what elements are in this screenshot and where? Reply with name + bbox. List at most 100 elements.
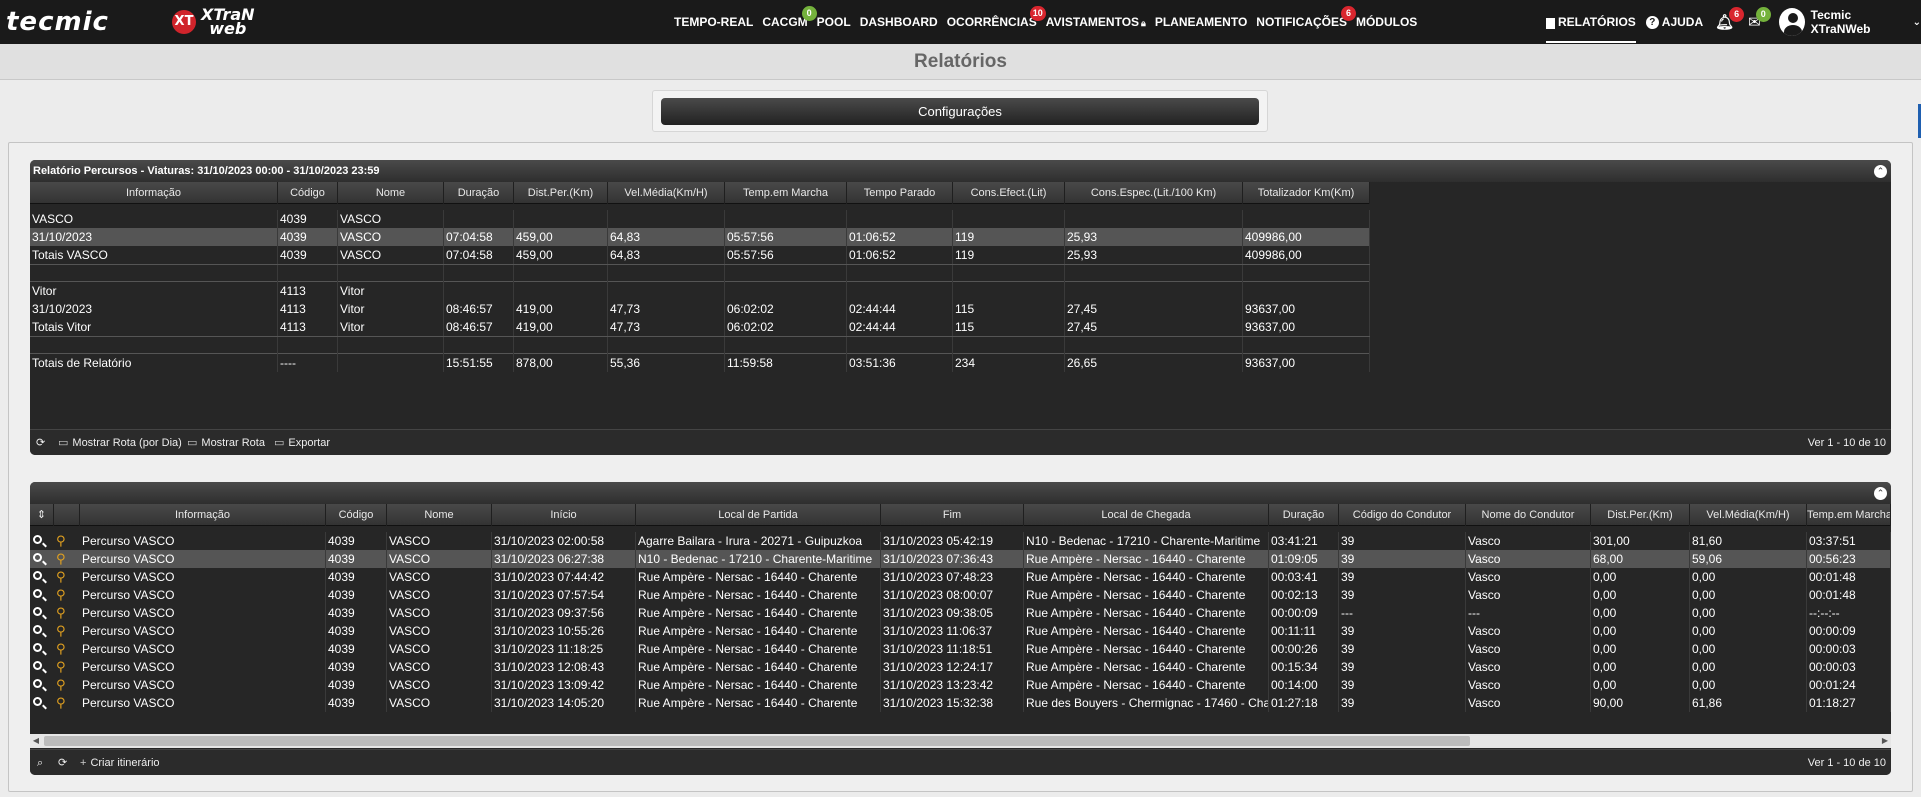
table-cell: 27,45 [1065, 318, 1243, 336]
column-header[interactable]: Duração [444, 182, 514, 204]
column-header[interactable]: Cons.Espec.(Lit./100 Km) [1065, 182, 1243, 204]
magnifier-icon[interactable] [33, 697, 42, 706]
column-header[interactable]: Informação [30, 182, 278, 204]
magnifier-icon[interactable] [33, 679, 42, 688]
column-header[interactable]: Dist.Per.(Km) [514, 182, 608, 204]
table-row[interactable]: 31/10/2023 4113 Vitor 08:46:57 419,00 47,73 06… [30, 300, 1370, 318]
table-row[interactable]: 31/10/2023 4039 VASCO 07:04:58 459,00 64,83 05… [30, 228, 1370, 246]
user-menu[interactable]: Tecmic XTraNWeb ⌄ [1778, 8, 1921, 36]
messages[interactable]: ✉ 0 [1748, 6, 1771, 30]
route-icon[interactable]: ⚲ [56, 605, 66, 621]
column-header[interactable]: Código do Condutor [1339, 504, 1466, 526]
column-header[interactable]: Nome [387, 504, 492, 526]
table-row[interactable] [30, 336, 1370, 355]
nav-item-6[interactable]: PLANEAMENTO [1155, 15, 1247, 29]
column-header[interactable]: Tempo Parado [847, 182, 953, 204]
refresh-icon[interactable]: ⟳ [36, 430, 45, 455]
magnifier-icon[interactable] [33, 661, 42, 670]
table-row[interactable]: ⚲ Percurso VASCO 4039 VASCO 31/10/2023 07:44… [30, 568, 1891, 586]
export-button[interactable]: ▭ Exportar [274, 430, 330, 455]
search-icon[interactable]: ⌕ [37, 750, 43, 775]
notifications-bell[interactable]: 🔔︎ 6 [1715, 6, 1745, 30]
table-row[interactable]: Vitor 4113 Vitor [30, 282, 1370, 300]
configurations-button[interactable]: Configurações [661, 98, 1259, 125]
create-itinerary-button[interactable]: + Criar itinerário [80, 750, 160, 775]
column-header[interactable]: Informação [80, 504, 326, 526]
table-row[interactable]: ⚲ Percurso VASCO 4039 VASCO 31/10/2023 02:00… [30, 532, 1891, 550]
table-row[interactable]: Totais de Relatório ---- 15:51:55 878,00 55,… [30, 354, 1370, 372]
column-header[interactable]: Vel.Média(Km/H) [608, 182, 725, 204]
table-row[interactable]: ⚲ Percurso VASCO 4039 VASCO 31/10/2023 07:57… [30, 586, 1891, 604]
table-row[interactable]: ⚲ Percurso VASCO 4039 VASCO 31/10/2023 10:55… [30, 622, 1891, 640]
nav-help[interactable]: ? AJUDA [1645, 15, 1703, 29]
scroll-left-icon[interactable]: ◀ [30, 734, 42, 748]
route-icon[interactable]: ⚲ [56, 659, 66, 675]
column-header[interactable]: Dist.Per.(Km) [1591, 504, 1690, 526]
table-cell [608, 265, 725, 283]
table-cell: 31/10/2023 05:42:19 [881, 532, 1024, 550]
table-row[interactable]: Totais VASCO 4039 VASCO 07:04:58 459,00 64,83… [30, 246, 1370, 264]
nav-item-7[interactable]: NOTIFICAÇÕES 6 [1256, 6, 1356, 29]
nav-item-4[interactable]: OCORRÊNCIAS 10 [947, 6, 1046, 29]
route-icon[interactable]: ⚲ [56, 641, 66, 657]
table-row[interactable] [30, 264, 1370, 283]
table-row[interactable]: ⚲ Percurso VASCO 4039 VASCO 31/10/2023 12:08… [30, 658, 1891, 676]
route-icon[interactable]: ⚲ [56, 587, 66, 603]
column-header[interactable]: Cons.Efect.(Lit) [953, 182, 1065, 204]
table-cell: 25,93 [1065, 228, 1243, 246]
table-row[interactable]: ⚲ Percurso VASCO 4039 VASCO 31/10/2023 11:18… [30, 640, 1891, 658]
column-header[interactable]: Local de Partida [636, 504, 881, 526]
route-icon[interactable]: ⚲ [56, 551, 66, 567]
column-header[interactable]: Nome do Condutor [1466, 504, 1591, 526]
route-icon[interactable]: ⚲ [56, 569, 66, 585]
column-header[interactable]: Código [278, 182, 338, 204]
magnifier-icon[interactable] [33, 571, 42, 580]
column-header[interactable]: Local de Chegada [1024, 504, 1269, 526]
scrollbar-thumb[interactable] [44, 736, 1470, 746]
nav-item-1[interactable]: CACGM 0 [762, 6, 817, 29]
table-row[interactable]: ⚲ Percurso VASCO 4039 VASCO 31/10/2023 09:37… [30, 604, 1891, 622]
collapse-icon[interactable]: ⌃ [1874, 487, 1887, 500]
tecmic-logo[interactable]: tecmic [6, 0, 109, 44]
column-header[interactable]: Vel.Média(Km/H) [1690, 504, 1807, 526]
table-row[interactable]: Totais Vitor 4113 Vitor 08:46:57 419,00 47,73… [30, 318, 1370, 336]
table-row[interactable]: ⚲ Percurso VASCO 4039 VASCO 31/10/2023 06:27… [30, 550, 1891, 568]
table-cell: 31/10/2023 07:48:23 [881, 568, 1024, 586]
show-route-button[interactable]: ▭ Mostrar Rota [187, 430, 265, 455]
xtranweb-logo[interactable]: XT XTraN web [172, 0, 255, 44]
table-row[interactable]: ⚲ Percurso VASCO 4039 VASCO 31/10/2023 14:05… [30, 694, 1891, 712]
column-header[interactable]: Nome [338, 182, 444, 204]
table-cell: 4113 [278, 282, 338, 300]
nav-item-3[interactable]: DASHBOARD [860, 15, 938, 29]
nav-item-0[interactable]: TEMPO-REAL [674, 15, 753, 29]
column-header[interactable]: Duração [1269, 504, 1339, 526]
column-header[interactable]: Temp.em Marcha [1807, 504, 1891, 526]
nav-item-2[interactable]: POOL [817, 15, 851, 29]
collapse-icon[interactable]: ⌃ [1874, 165, 1887, 178]
scroll-right-icon[interactable]: ▶ [1879, 734, 1891, 748]
magnifier-icon[interactable] [33, 589, 42, 598]
table-row[interactable]: VASCO 4039 VASCO [30, 210, 1370, 228]
horizontal-scrollbar[interactable]: ◀ ▶ [30, 734, 1891, 748]
magnifier-icon[interactable] [33, 625, 42, 634]
show-route-day-button[interactable]: ▭ Mostrar Rota (por Dia) [58, 430, 182, 455]
nav-reports[interactable]: RELATÓRIOS [1546, 0, 1636, 44]
refresh-icon[interactable]: ⟳ [58, 750, 67, 775]
column-header[interactable]: Código [326, 504, 387, 526]
column-header[interactable]: Início [492, 504, 636, 526]
route-icon[interactable]: ⚲ [56, 533, 66, 549]
magnifier-icon[interactable] [33, 553, 42, 562]
column-header[interactable]: Fim [881, 504, 1024, 526]
column-header[interactable]: Temp.em Marcha [725, 182, 847, 204]
route-icon[interactable]: ⚲ [56, 623, 66, 639]
nav-item-8[interactable]: MÓDULOS [1356, 15, 1417, 29]
route-icon[interactable]: ⚲ [56, 677, 66, 693]
nav-item-5[interactable]: AVISTAMENTOS 🔒︎ [1046, 15, 1146, 29]
magnifier-icon[interactable] [33, 643, 42, 652]
magnifier-icon[interactable] [33, 535, 42, 544]
magnifier-icon[interactable] [33, 607, 42, 616]
sort-icon[interactable]: ⇕ [30, 504, 54, 526]
table-row[interactable]: ⚲ Percurso VASCO 4039 VASCO 31/10/2023 13:09… [30, 676, 1891, 694]
route-icon[interactable]: ⚲ [56, 695, 66, 711]
column-header[interactable]: Totalizador Km(Km) [1243, 182, 1370, 204]
